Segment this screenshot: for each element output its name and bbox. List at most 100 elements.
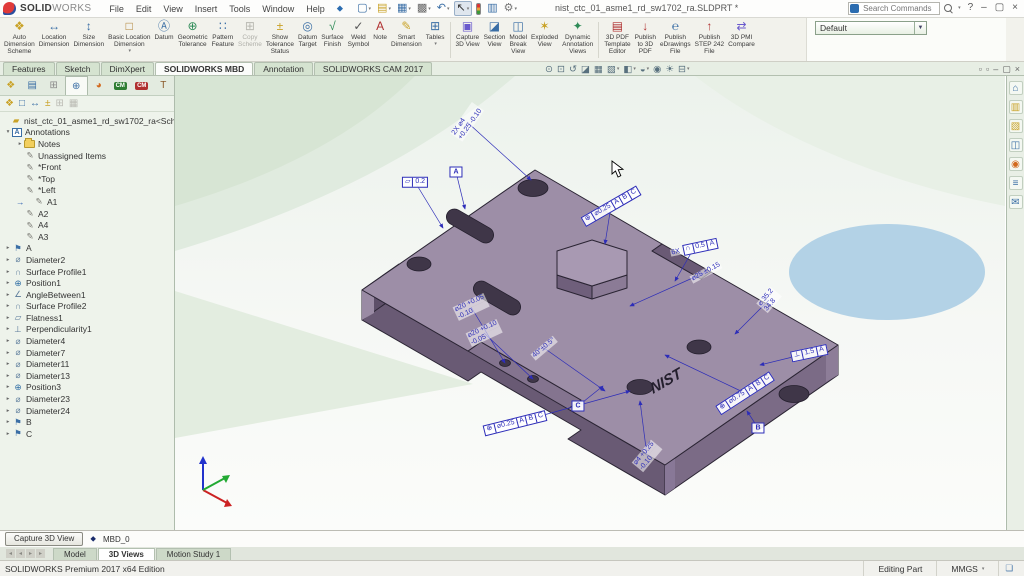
- expand-arrow-icon[interactable]: ▸: [4, 373, 12, 379]
- units-selector[interactable]: MMGS ▾: [936, 561, 998, 576]
- pin-menu-icon[interactable]: ⬥: [337, 3, 343, 14]
- expand-arrow-icon[interactable]: ▸: [4, 350, 12, 356]
- exploded-view-button[interactable]: ✶Exploded View: [529, 19, 560, 61]
- expand-arrow-icon[interactable]: ▸: [4, 315, 12, 321]
- tab-sketch[interactable]: Sketch: [56, 62, 100, 75]
- tab-scroll-button[interactable]: ◂: [16, 549, 25, 558]
- tree-item-position1[interactable]: ▸⊕Position1: [2, 277, 174, 289]
- expand-arrow-icon[interactable]: ▸: [4, 396, 12, 402]
- menu-insert[interactable]: Insert: [189, 4, 224, 14]
- datum-target-button[interactable]: ◎Datum Target: [296, 19, 319, 61]
- tab-scroll-button[interactable]: ▸: [36, 549, 45, 558]
- search-caret-icon[interactable]: ▾: [958, 5, 961, 11]
- home-button[interactable]: ⌂: [1009, 81, 1023, 95]
- doc-tab-3d-views[interactable]: 3D Views: [98, 548, 155, 560]
- tab-features[interactable]: Features: [3, 62, 55, 75]
- print-button[interactable]: ▩▾: [415, 2, 433, 15]
- tree-item-b[interactable]: ▸⚑B: [2, 416, 174, 428]
- pattern-feature-button[interactable]: ∷Pattern Feature: [210, 19, 236, 61]
- show-tolerance-status-button[interactable]: ±: [45, 98, 51, 109]
- configurationmanager-tab[interactable]: ⊞: [43, 76, 65, 95]
- expand-arrow-icon[interactable]: ▸: [4, 257, 12, 263]
- menu-window[interactable]: Window: [256, 4, 300, 14]
- propertymanager-tab[interactable]: ▤: [22, 76, 44, 95]
- zoom-fit-button[interactable]: ⊙: [545, 64, 553, 75]
- section-view-button[interactable]: ◪Section View: [482, 19, 508, 61]
- tree-item-a4[interactable]: ✎A4: [2, 219, 174, 231]
- tree-item-flatness1[interactable]: ▸▱Flatness1: [2, 312, 174, 324]
- basic-location-dimension-button[interactable]: □: [19, 98, 25, 109]
- tree-item-diameter7[interactable]: ▸⌀Diameter7: [2, 347, 174, 359]
- doc-tab-motion-study-1[interactable]: Motion Study 1: [156, 548, 231, 560]
- dropdown-caret-icon[interactable]: ▾: [388, 6, 391, 12]
- pane-left-button[interactable]: ▫: [979, 64, 982, 74]
- doc-minimize-button[interactable]: –: [993, 64, 998, 74]
- options-gear-button[interactable]: ⚙▾: [502, 2, 519, 15]
- capture-3d-view-button[interactable]: ▣Capture 3D View: [454, 19, 482, 61]
- dropdown-caret-icon[interactable]: ▾: [428, 6, 431, 12]
- graphics-area[interactable]: NIST: [175, 76, 1006, 530]
- view-orientation-button[interactable]: ▧▾: [607, 64, 620, 75]
- tree-item-a1[interactable]: →✎A1: [2, 196, 174, 208]
- tree-item-anglebetween1[interactable]: ▸∠AngleBetween1: [2, 289, 174, 301]
- expand-arrow-icon[interactable]: ▸: [4, 280, 12, 286]
- dimxpertmanager-tab[interactable]: ⊕: [65, 76, 89, 95]
- tree-item-diameter2[interactable]: ▸⌀Diameter2: [2, 254, 174, 266]
- tab-annotation[interactable]: Annotation: [254, 62, 313, 75]
- tree-item-perpendicularity1[interactable]: ▸⊥Perpendicularity1: [2, 324, 174, 336]
- minimize-button[interactable]: –: [978, 1, 990, 15]
- dropdown-caret-icon[interactable]: ▾: [647, 66, 650, 72]
- undo-button[interactable]: ↶▾: [435, 2, 452, 15]
- tree-item-diameter11[interactable]: ▸⌀Diameter11: [2, 358, 174, 370]
- section-view-button[interactable]: ◪: [581, 64, 590, 75]
- basic-location-dimension-button[interactable]: □Basic Location Dimension▾: [106, 19, 152, 61]
- dropdown-caret-icon[interactable]: ▾: [633, 66, 636, 72]
- expand-arrow-icon[interactable]: ▾: [4, 129, 12, 135]
- tree-item-nist-ctc-01-asme1-rd-sw1702-ra-scheme2[interactable]: ▰nist_ctc_01_asme1_rd_sw1702_ra<Scheme2>: [2, 115, 174, 127]
- expand-arrow-icon[interactable]: ▸: [4, 292, 12, 298]
- tree-item-top[interactable]: ✎*Top: [2, 173, 174, 185]
- hide-show-items-button[interactable]: ◒▾: [640, 64, 649, 75]
- configuration-dropdown[interactable]: Default ▼: [815, 21, 927, 35]
- expand-arrow-icon[interactable]: ▸: [4, 326, 12, 332]
- view-palette-button[interactable]: ◫: [1009, 138, 1023, 152]
- pane-right-button[interactable]: ▫: [986, 64, 989, 74]
- size-dimension-button[interactable]: ↕Size Dimension: [71, 19, 106, 61]
- tag-icon[interactable]: ❏: [998, 561, 1019, 576]
- menu-edit[interactable]: Edit: [130, 4, 158, 14]
- tab-solidworks-mbd[interactable]: SOLIDWORKS MBD: [155, 62, 253, 75]
- dropdown-caret-icon[interactable]: ▾: [467, 6, 470, 12]
- close-button[interactable]: ×: [1009, 1, 1021, 15]
- configuration-caret-icon[interactable]: ▼: [914, 22, 926, 34]
- search-icon[interactable]: [944, 4, 953, 13]
- tab-scroll-button[interactable]: ▸: [26, 549, 35, 558]
- featuremanager-tree-tab[interactable]: ❖: [0, 76, 22, 95]
- dropdown-caret-icon[interactable]: ▾: [129, 48, 132, 55]
- apply-scene-button[interactable]: ☀: [665, 64, 674, 75]
- pmi-compare-button[interactable]: ⇄3D PMI Compare: [726, 19, 757, 61]
- dropdown-caret-icon[interactable]: ▾: [369, 6, 372, 12]
- dropdown-caret-icon[interactable]: ▾: [687, 66, 690, 72]
- weld-symbol-button[interactable]: ✓Weld Symbol: [346, 19, 372, 61]
- dropdown-caret-icon[interactable]: ▾: [515, 6, 518, 12]
- rebuild-traffic-light-button[interactable]: [474, 2, 483, 16]
- dynamic-annotation-views-button[interactable]: ✦Dynamic Annotation Views: [560, 19, 595, 61]
- dropdown-caret-icon[interactable]: ▾: [617, 66, 620, 72]
- expand-arrow-icon[interactable]: ▸: [4, 245, 12, 251]
- show-tolerance-status-button[interactable]: ±Show Tolerance Status: [264, 19, 296, 61]
- dropdown-caret-icon[interactable]: ▾: [447, 6, 450, 12]
- auto-dimension-scheme-button[interactable]: ❖Auto Dimension Scheme: [2, 19, 37, 61]
- note-button[interactable]: ANote: [371, 19, 389, 61]
- menu-view[interactable]: View: [157, 4, 188, 14]
- file-explorer-button[interactable]: ▧: [1009, 119, 1023, 133]
- forum-button[interactable]: ✉: [1009, 195, 1023, 209]
- dropdown-caret-icon[interactable]: ▾: [434, 41, 437, 48]
- publish-step-242-file-button[interactable]: ↑Publish STEP 242 File: [693, 19, 727, 61]
- doc-restore-button[interactable]: ▢: [1002, 64, 1011, 75]
- geometric-tolerance-button[interactable]: ⊕Geometric Tolerance: [176, 19, 210, 61]
- size-dimension-button[interactable]: ↔: [30, 98, 40, 109]
- menu-file[interactable]: File: [103, 4, 130, 14]
- tree-item-a3[interactable]: ✎A3: [2, 231, 174, 243]
- publish-edrawings-file-button[interactable]: ℮Publish eDrawings File: [658, 19, 693, 61]
- tree-item-annotations[interactable]: ▾AAnnotations: [2, 127, 174, 139]
